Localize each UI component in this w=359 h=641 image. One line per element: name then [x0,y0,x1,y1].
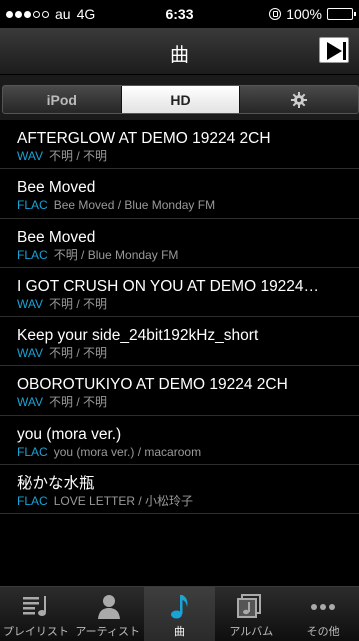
tab-label: アルバム [229,626,274,638]
format-badge: FLAC [17,198,48,213]
song-row[interactable]: Bee Moved FLAC 不明 / Blue Monday FM [0,219,359,268]
source-segmented-control: iPod HD [2,85,359,114]
format-badge: WAV [17,296,43,311]
song-title: OBOROTUKIYO AT DEMO 19224 2CH [17,376,288,394]
tab-playlist[interactable]: プレイリスト [0,587,72,641]
tab-label: 曲 [173,626,185,638]
play-icon [327,42,342,60]
artist-icon [72,593,144,621]
song-row[interactable]: 秘かな水瓶 FLAC LOVE LETTER / 小松玲子 [0,465,359,515]
format-badge: FLAC [17,494,48,509]
format-badge: WAV [17,346,43,361]
song-title: you (mora ver.) [17,425,122,443]
song-title: Bee Moved [17,179,96,197]
song-row[interactable]: OBOROTUKIYO AT DEMO 19224 2CH WAV 不明 / 不明 [0,366,359,416]
album-icon [215,593,287,621]
tab-more[interactable]: その他 [287,587,359,641]
gear-icon [291,91,308,108]
music-note-icon [144,593,216,621]
battery-percent: 100% [286,6,322,22]
playlist-icon [0,593,72,621]
song-row[interactable]: I GOT CRUSH ON YOU AT DEMO 19224… WAV 不明 … [0,268,359,318]
song-meta: 不明 / 不明 [49,296,108,311]
format-badge: WAV [17,149,43,163]
format-badge: FLAC [17,247,48,262]
tab-songs[interactable]: 曲 [143,587,216,641]
song-meta: Bee Moved / Blue Monday FM [53,198,216,213]
song-meta: 不明 / Blue Monday FM [53,247,179,262]
tab-bar: プレイリスト アーティスト 曲 アルバム その他 [0,586,359,641]
song-row[interactable]: Keep your side_24bit192kHz_short WAV 不明 /… [0,317,359,367]
song-row[interactable]: AFTERGLOW AT DEMO 19224 2CH WAV 不明 / 不明 [0,120,359,170]
rotation-lock-icon [269,8,282,20]
song-meta: you (mora ver.) / macaroom [53,444,202,459]
song-title: Keep your side_24bit192kHz_short [17,327,259,345]
song-meta: 不明 / 不明 [49,149,108,163]
tab-label: アーティスト [75,626,141,638]
format-badge: WAV [17,395,43,410]
segment-hd[interactable]: HD [121,86,241,113]
song-row[interactable]: Bee Moved FLAC Bee Moved / Blue Monday FM [0,169,359,219]
navigation-bar: 曲 [0,28,359,75]
page-title: 曲 [169,45,189,66]
now-playing-button[interactable] [319,37,349,63]
song-meta: LOVE LETTER / 小松玲子 [53,494,194,509]
status-bar: au 4G 6:33 100% [0,0,359,28]
source-selector-area: iPod HD [0,75,359,120]
segment-ipod[interactable]: iPod [3,86,122,113]
song-title: Bee Moved [17,228,96,246]
song-meta: 不明 / 不明 [49,395,108,410]
more-icon [287,593,359,621]
tab-label: その他 [306,626,340,638]
segment-settings[interactable] [240,86,358,113]
song-row[interactable]: you (mora ver.) FLAC you (mora ver.) / ma… [0,416,359,466]
song-list: AFTERGLOW AT DEMO 19224 2CH WAV 不明 / 不明 B… [0,120,359,586]
format-badge: FLAC [17,444,48,459]
song-title: AFTERGLOW AT DEMO 19224 2CH [17,130,271,147]
battery-area: 100% [269,6,356,22]
tab-album[interactable]: アルバム [215,587,287,641]
tab-artist[interactable]: アーティスト [72,587,144,641]
battery-icon [327,8,356,20]
song-title: I GOT CRUSH ON YOU AT DEMO 19224… [17,277,320,295]
song-meta: 不明 / 不明 [49,346,108,361]
tab-label: プレイリスト [2,626,69,638]
song-title: 秘かな水瓶 [17,475,95,493]
